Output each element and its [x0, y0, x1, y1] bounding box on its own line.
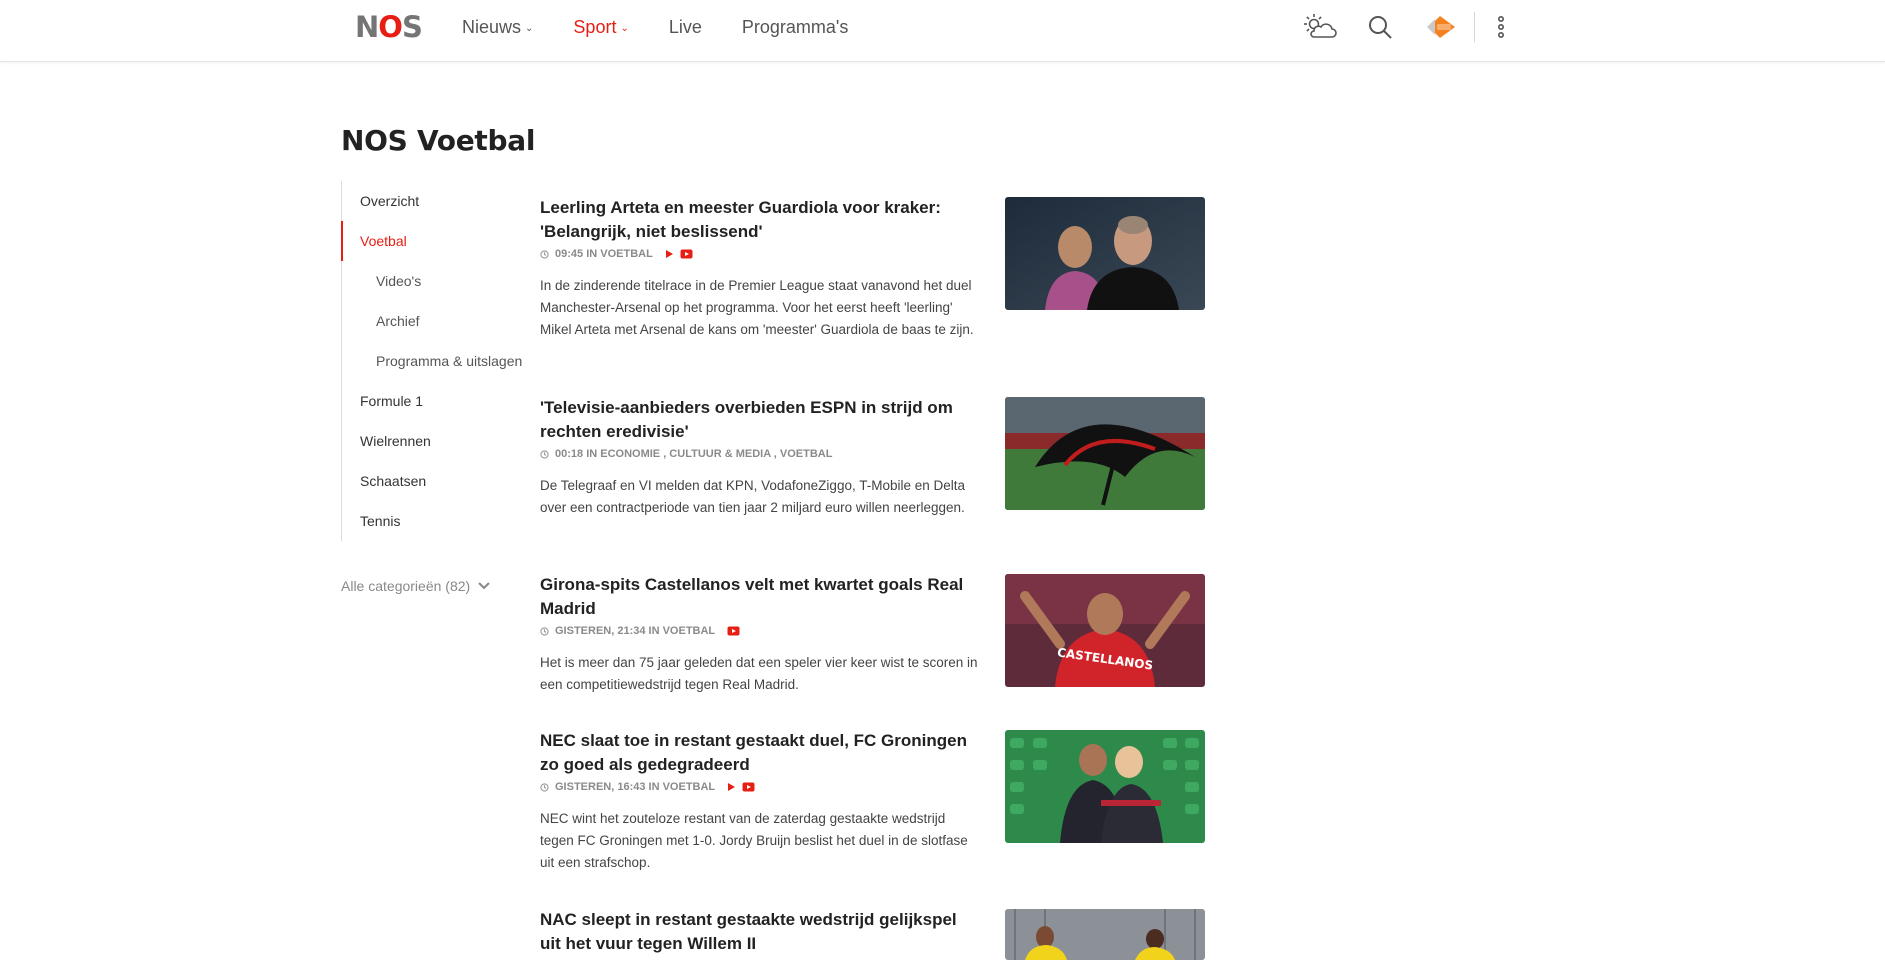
weather-icon[interactable] [1300, 7, 1340, 47]
nav-item-label: Nieuws [462, 16, 522, 37]
all-categories-toggle[interactable]: Alle categorieën (82) [341, 578, 490, 594]
sidebar-item-tennis[interactable]: Tennis [342, 501, 531, 541]
sidebar-item-archief[interactable]: Archief [342, 301, 531, 341]
nav-item-label: Sport [573, 16, 617, 37]
sidebar-item-wielrennen[interactable]: Wielrennen [342, 421, 531, 461]
video-icon [742, 782, 755, 792]
nav-item-programmas[interactable]: Programma's [742, 17, 848, 38]
article-meta-text: 09:45 IN VOETBAL [555, 248, 653, 260]
article-summary: Het is meer dan 75 jaar geleden dat een … [540, 655, 978, 692]
article-title[interactable]: NEC slaat toe in restant gestaakt duel, … [540, 729, 980, 777]
article-thumbnail[interactable] [1005, 197, 1205, 310]
article-meta-text: GISTEREN, 21:34 IN VOETBAL [555, 625, 716, 637]
nav-item-sport[interactable]: Sport ⌄ [573, 17, 628, 38]
article-title[interactable]: NAC sleept in restant gestaakte wedstrij… [540, 908, 980, 956]
sidebar-item-videos[interactable]: Video's [342, 261, 531, 301]
video-icon [727, 626, 740, 636]
sidebar-item-voetbal[interactable]: Voetbal [341, 221, 531, 261]
article-item: 'Televisie-aanbieders overbieden ESPN in… [540, 396, 1205, 519]
article-thumbnail[interactable] [1005, 909, 1205, 960]
article-summary: NEC wint het zouteloze restant van de za… [540, 811, 968, 870]
header-divider [1474, 12, 1475, 42]
article-item: NAC sleept in restant gestaakte wedstrij… [540, 908, 1205, 960]
search-icon[interactable] [1360, 7, 1400, 47]
article-title[interactable]: Leerling Arteta en meester Guardiola voo… [540, 196, 980, 244]
chevron-down-icon: ⌄ [620, 23, 629, 34]
play-icon [727, 782, 736, 792]
article-item: NEC slaat toe in restant gestaakt duel, … [540, 729, 1205, 874]
sidebar-item-schaatsen[interactable]: Schaatsen [342, 461, 531, 501]
page-title: NOS Voetbal [341, 124, 536, 157]
article-title[interactable]: 'Televisie-aanbieders overbieden ESPN in… [540, 396, 980, 444]
main-nav: Nieuws ⌄ Sport ⌄ Live Programma's [462, 0, 888, 54]
article-meta-text: GISTEREN, 16:43 IN VOETBAL [555, 781, 716, 793]
nos-logo[interactable]: N O S [355, 10, 423, 44]
article-item: Leerling Arteta en meester Guardiola voo… [540, 196, 1205, 341]
sidebar-item-programma-uitslagen[interactable]: Programma & uitslagen [342, 341, 531, 381]
chevron-down-icon: ⌄ [525, 23, 534, 34]
clock-icon [540, 449, 549, 459]
all-categories-label: Alle categorieën (82) [341, 578, 471, 594]
nav-item-label: Programma's [741, 16, 849, 37]
article-summary: In de zinderende titelrace in de Premier… [540, 278, 974, 337]
video-icon [680, 249, 693, 259]
article-summary: De Telegraaf en VI melden dat KPN, Vodaf… [540, 478, 966, 515]
article-thumbnail[interactable] [1005, 730, 1205, 843]
header-actions [1300, 0, 1513, 54]
nav-item-nieuws[interactable]: Nieuws ⌄ [462, 17, 533, 38]
clock-icon [540, 249, 549, 259]
logo-letter-n: N [355, 10, 379, 44]
article-thumbnail[interactable] [1005, 397, 1205, 510]
article-title[interactable]: Girona-spits Castellanos velt met kwarte… [540, 573, 980, 621]
logo-letter-o: O [378, 10, 403, 44]
chevron-down-icon [478, 582, 490, 590]
sidebar-nav: Overzicht Voetbal Video's Archief Progra… [341, 181, 531, 541]
clock-icon [540, 782, 549, 792]
article-thumbnail[interactable]: CASTELLANOS [1005, 574, 1205, 687]
npo-start-icon[interactable] [1422, 7, 1462, 47]
nav-item-label: Live [668, 16, 702, 37]
sidebar-item-formule-1[interactable]: Formule 1 [342, 381, 531, 421]
more-vertical-icon[interactable] [1489, 7, 1513, 47]
article-meta-text: 00:18 IN ECONOMIE , CULTUUR & MEDIA , VO… [555, 448, 833, 460]
clock-icon [540, 626, 549, 636]
play-icon [665, 249, 674, 259]
nav-item-live[interactable]: Live [669, 17, 702, 38]
article-item: Girona-spits Castellanos velt met kwarte… [540, 573, 1205, 696]
top-navigation-bar: N O S Nieuws ⌄ Sport ⌄ Live Programma's [0, 0, 1885, 62]
logo-letter-s: S [401, 10, 423, 44]
sidebar-item-overzicht[interactable]: Overzicht [342, 181, 531, 221]
